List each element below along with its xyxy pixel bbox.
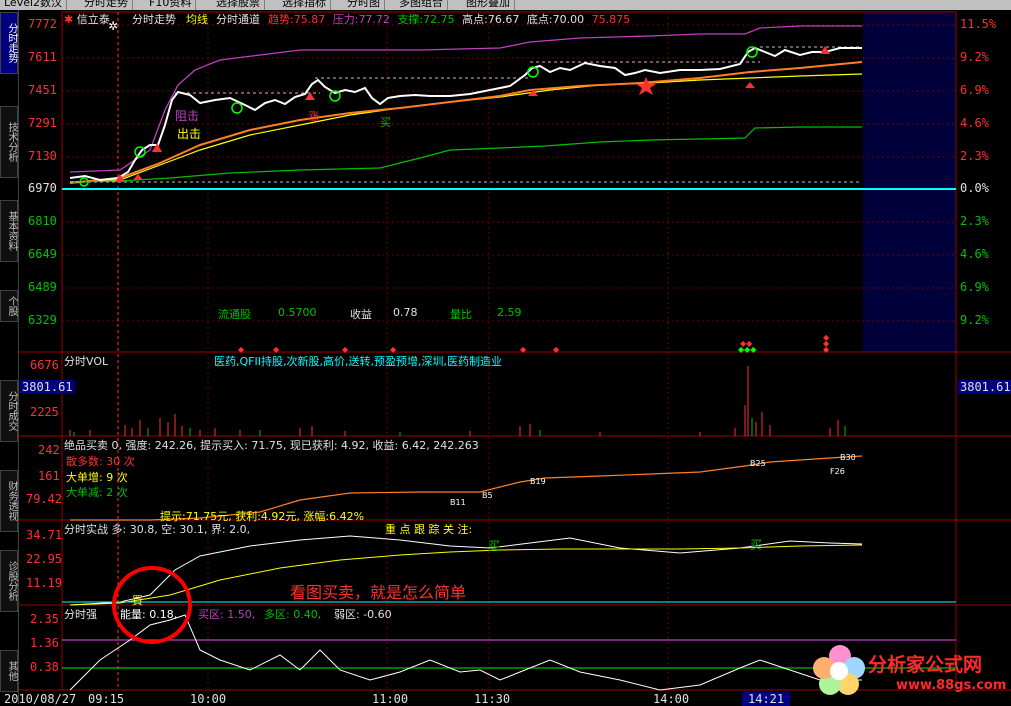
axis-label: 6.9% [960,280,989,294]
axis-label: 6810 [28,214,57,228]
stock-name: 信立泰 [76,13,110,26]
signal-axis-low: 79.42 [26,492,63,506]
energy-value: 能量: 0.18, [120,608,178,621]
vol-axis-max: 6676 [30,358,59,372]
strength-white-line [69,614,862,691]
axis-label: 6970 [28,181,57,195]
svg-text:◆: ◆ [823,345,830,354]
watermark-url: www.88gs.com [896,678,1007,693]
count-row-big-buy: 大单增: 9 次 [66,471,128,484]
annotation-mai: 买 [380,116,391,129]
volume-ratio-label: 量比 [450,308,472,321]
indicator-values: 趋势:75.87 压力:77.72 支撑:72.75 高点:76.67 底点:7… [268,13,631,26]
count-row-big-sell: 大单减: 2 次 [66,486,128,499]
axis-label: 7772 [28,17,57,31]
strength-panel-title[interactable]: 分时强 [64,606,97,622]
axis-label: 4.6% [960,116,989,130]
axis-label: 2.3% [960,149,989,163]
strength-axis-max: 2.35 [30,612,59,626]
vol-current-value-right: 3801.61 [958,380,1011,394]
signal-axis-mid: 161 [38,469,60,483]
future-time-area [863,12,956,352]
vol-panel-title[interactable]: 分时VOL [64,353,108,369]
price-panel-header: ✱ 信立泰 [64,11,110,27]
axis-label: 0.0% [960,181,989,195]
eps-value: 0.78 [393,306,418,319]
signal-marks: B11 B5 B19 B25 B30 F26 [450,453,856,507]
axis-label: 2.3% [960,214,989,228]
strength-axis-mid: 1.36 [30,636,59,650]
svg-text:B30: B30 [840,453,856,462]
battle-axis-max: 34.71 [26,528,63,542]
buy-zone-value: 买区: 1.50, [198,608,256,621]
weak-zone-value: 弱区: -0.60 [334,608,392,621]
battle-buy-mark-2: 买 [750,538,763,552]
axis-label: 7291 [28,116,57,130]
battle-panel-header[interactable]: 分时实战 多: 30.8, 空: 30.1, 界: 2.0, [64,521,250,537]
indicator-name[interactable]: 分时通道 [216,11,260,27]
watermark-logo: 分析家公式网 www.88gs.com [810,640,1010,704]
flower-logo-icon [813,645,865,695]
caption-text: 看图买卖，就是怎么简单 [290,583,467,602]
battle-buy-mark-1: 买 [488,539,501,553]
eps-label: 收益 [350,308,372,321]
volume-bars [69,366,846,436]
axis-label: 6649 [28,247,57,261]
multi-zone-value: 多区: 0.40, [264,608,322,621]
axis-label: 9.2% [960,50,989,64]
avg-line-label: 均线 [186,13,208,26]
strength-axis-low: 0.38 [30,660,59,674]
svg-text:B5: B5 [482,491,493,500]
stock-logo-icon: ✱ [64,13,74,26]
panel-borders [18,11,1011,691]
annotation-zhang: 涨 [308,110,319,123]
focus-label: 重 点 跟 踪 关 注: [385,523,473,536]
count-row-retail: 散多数: 30 次 [66,455,135,468]
watermark-title: 分析家公式网 [868,654,983,676]
svg-text:◆: ◆ [553,345,560,354]
annotation-chuji: 出击 [177,127,202,141]
volume-ratio-value: 2.59 [497,306,522,319]
buy-badge: 買 [132,594,143,607]
axis-label: 4.6% [960,247,989,261]
vol-axis-current: 3801.61 [20,380,75,394]
svg-text:B19: B19 [530,477,546,486]
annotation-zuji: 阻击 [175,109,200,123]
event-dots-green: ◆◆◆ [738,345,757,354]
axis-label: 7611 [28,50,57,64]
svg-text:B11: B11 [450,498,466,507]
battle-axis-low: 11.19 [26,576,63,590]
concept-tags: 医药,QFII持股,次新股,高价,送转,预盈预增,深圳,医药制造业 [214,355,502,368]
svg-text:B25: B25 [750,459,766,468]
axis-label: 6489 [28,280,57,294]
axis-label: 11.5% [960,17,997,31]
axis-label: 9.2% [960,313,989,327]
vol-axis-mid: 2225 [30,405,59,419]
axis-label: 6.9% [960,83,989,97]
float-shares-label: 流通股 [218,308,251,321]
axis-label: 7451 [28,83,57,97]
svg-text:F26: F26 [830,467,845,476]
axis-label: 6329 [28,313,57,327]
signal-axis-max: 242 [38,443,60,457]
chart-canvas[interactable]: ✲ ◆ ◆ ◆ ◆ ◆ ◆ ◆◆ ◆ ◆ ◆ ◆◆◆ B11 B5 B19 B2… [0,0,1011,704]
axis-label: 7130 [28,149,57,163]
mode-label[interactable]: 分时走势 [132,11,176,27]
float-shares-value: 0.5700 [278,306,317,319]
signal-panel-header[interactable]: 绝品买卖 0, 强度: 242.26, 提示买入: 71.75, 现已获利: 4… [64,437,479,453]
battle-axis-mid: 22.95 [26,552,63,566]
svg-text:◆: ◆ [520,345,527,354]
